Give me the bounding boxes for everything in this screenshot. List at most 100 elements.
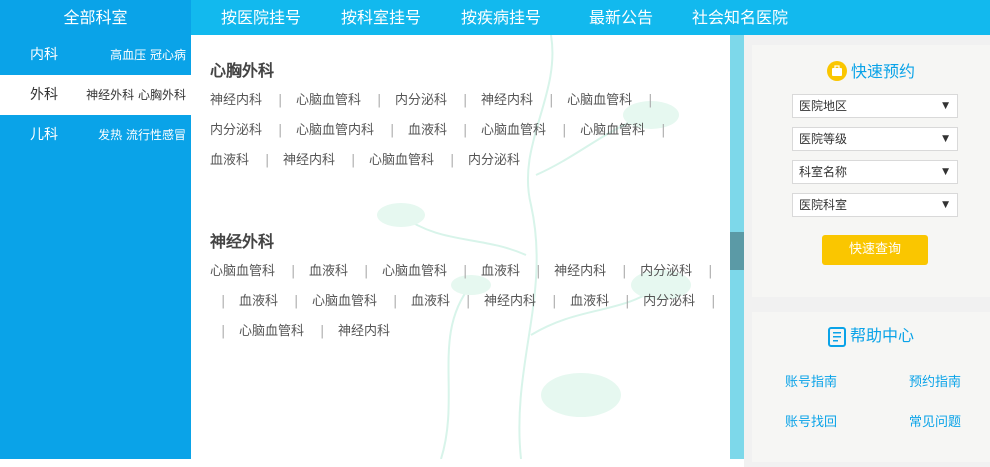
separator: | xyxy=(708,264,713,279)
separator: | xyxy=(320,324,325,339)
department-name-select[interactable]: 科室名称 ▼ xyxy=(792,160,958,184)
top-nav-bar: 全部科室 按医院挂号 按科室挂号 按疾病挂号 最新公告 社会知名医院 xyxy=(0,0,990,35)
quick-booking-panel: 快速预约 医院地区 ▼ 医院等级 ▼ 科室名称 ▼ 医院科室 ▼ 快速查询 xyxy=(752,45,990,297)
chevron-down-icon: ▼ xyxy=(942,134,949,144)
separator: | xyxy=(466,294,471,309)
help-center-title: 帮助中心 xyxy=(849,326,914,345)
department-tag-link[interactable]: 内分泌科 xyxy=(210,121,262,141)
department-tag-link[interactable]: 血液科 xyxy=(210,151,249,171)
sidebar-item-label: 内科 xyxy=(30,47,58,63)
separator: | xyxy=(549,93,554,108)
quick-booking-header: 快速预约 xyxy=(752,58,990,82)
quick-query-button[interactable]: 快速查询 xyxy=(822,235,928,265)
department-tag-link[interactable]: 内分泌科 xyxy=(640,262,692,282)
department-tag-link[interactable]: 心脑血管科 xyxy=(296,91,361,111)
separator: | xyxy=(364,264,369,279)
scrollbar-track[interactable] xyxy=(730,35,744,459)
help-center-panel: 帮助中心 账号指南 预约指南 账号找回 常见问题 xyxy=(752,312,990,462)
department-panel: 心胸外科 神经内科 | 心脑血管科 | 内分泌科 | 神经内科 | 心脑血管科 | 内分泌科 | 心脑血… xyxy=(191,35,730,459)
sidebar-item-sub: 神经外科 心胸外科 xyxy=(86,88,186,102)
department-tag-link[interactable]: 神经内科 xyxy=(338,322,390,342)
booking-guide-link[interactable]: 预约指南 xyxy=(909,371,961,390)
separator: | xyxy=(463,264,468,279)
sidebar-item-sub: 高血压 冠心病 xyxy=(110,48,186,62)
department-tag-link[interactable]: 心脑血管科 xyxy=(239,322,304,342)
department-sidebar: 内科 高血压 冠心病 外科 神经外科 心胸外科 儿科 发热 流行性感冒 xyxy=(0,35,191,459)
department-tag-link[interactable]: 血液科 xyxy=(408,121,447,141)
chevron-down-icon: ▼ xyxy=(942,101,949,111)
section-title-neurosurgery: 神经外科 xyxy=(210,232,275,251)
sidebar-item-pediatrics[interactable]: 儿科 发热 流行性感冒 xyxy=(0,115,191,155)
separator: | xyxy=(552,294,557,309)
nav-latest-notice[interactable]: 最新公告 xyxy=(589,0,653,35)
account-guide-link[interactable]: 账号指南 xyxy=(785,371,837,390)
department-tag-link[interactable]: 血液科 xyxy=(411,292,450,312)
all-departments-tab[interactable]: 全部科室 xyxy=(0,0,191,35)
nav-by-hospital[interactable]: 按医院挂号 xyxy=(221,0,301,35)
separator: | xyxy=(278,123,283,138)
department-tag-link[interactable]: 血液科 xyxy=(481,262,520,282)
separator: | xyxy=(221,294,226,309)
separator: | xyxy=(390,123,395,138)
separator: | xyxy=(393,294,398,309)
faq-link[interactable]: 常见问题 xyxy=(909,411,961,430)
department-tag-link[interactable]: 神经内科 xyxy=(554,262,606,282)
department-tag-link[interactable]: 神经内科 xyxy=(283,151,335,171)
sidebar-item-internal-medicine[interactable]: 内科 高血压 冠心病 xyxy=(0,35,191,75)
separator: | xyxy=(711,294,716,309)
department-tag-link[interactable]: 内分泌科 xyxy=(468,151,520,171)
briefcase-icon xyxy=(826,61,847,81)
nav-famous-hospitals[interactable]: 社会知名医院 xyxy=(692,0,788,35)
hospital-department-select-value: 医院科室 xyxy=(799,198,848,212)
region-select-value: 医院地区 xyxy=(799,99,848,113)
department-tag-link[interactable]: 心脑血管科 xyxy=(382,262,447,282)
department-tag-link[interactable]: 神经内科 xyxy=(210,91,262,111)
level-select-value: 医院等级 xyxy=(799,132,848,146)
department-tag-link[interactable]: 内分泌科 xyxy=(395,91,447,111)
document-icon xyxy=(827,327,846,347)
separator: | xyxy=(351,153,356,168)
department-tag-link[interactable]: 心脑血管科 xyxy=(210,262,275,282)
department-tag-link[interactable]: 心脑血管内科 xyxy=(296,121,374,141)
separator: | xyxy=(377,93,382,108)
department-tag-link[interactable]: 神经内科 xyxy=(484,292,536,312)
chevron-down-icon: ▼ xyxy=(942,200,949,210)
chevron-down-icon: ▼ xyxy=(942,167,949,177)
level-select[interactable]: 医院等级 ▼ xyxy=(792,127,958,151)
separator: | xyxy=(278,93,283,108)
department-tag-link[interactable]: 血液科 xyxy=(239,292,278,312)
separator: | xyxy=(536,264,541,279)
separator: | xyxy=(463,123,468,138)
separator: | xyxy=(622,264,627,279)
separator: | xyxy=(648,93,653,108)
quick-booking-title: 快速预约 xyxy=(850,62,915,81)
sidebar-item-label: 儿科 xyxy=(30,127,58,143)
department-name-select-value: 科室名称 xyxy=(799,165,848,179)
department-tag-link[interactable]: 心脑血管科 xyxy=(567,91,632,111)
department-tag-link[interactable]: 心脑血管科 xyxy=(369,151,434,171)
separator: | xyxy=(463,93,468,108)
account-recovery-link[interactable]: 账号找回 xyxy=(785,411,837,430)
separator: | xyxy=(661,123,666,138)
department-tag-link[interactable]: 血液科 xyxy=(309,262,348,282)
nav-by-department[interactable]: 按科室挂号 xyxy=(341,0,421,35)
separator: | xyxy=(221,324,226,339)
department-tag-link[interactable]: 内分泌科 xyxy=(643,292,695,312)
separator: | xyxy=(450,153,455,168)
nav-by-disease[interactable]: 按疾病挂号 xyxy=(461,0,541,35)
region-select[interactable]: 医院地区 ▼ xyxy=(792,94,958,118)
separator: | xyxy=(265,153,270,168)
hospital-department-select[interactable]: 医院科室 ▼ xyxy=(792,193,958,217)
separator: | xyxy=(562,123,567,138)
department-tag-link[interactable]: 神经内科 xyxy=(481,91,533,111)
department-tag-link[interactable]: 心脑血管科 xyxy=(481,121,546,141)
help-center-header: 帮助中心 xyxy=(752,322,990,347)
sidebar-item-surgery[interactable]: 外科 神经外科 心胸外科 xyxy=(0,75,191,115)
separator: | xyxy=(625,294,630,309)
scrollbar-thumb[interactable] xyxy=(730,232,744,270)
department-tag-link[interactable]: 心脑血管科 xyxy=(580,121,645,141)
sidebar-item-label: 外科 xyxy=(30,87,58,103)
department-tag-link[interactable]: 血液科 xyxy=(570,292,609,312)
department-tag-link[interactable]: 心脑血管科 xyxy=(312,292,377,312)
section-title-cardiothoracic: 心胸外科 xyxy=(210,61,275,80)
